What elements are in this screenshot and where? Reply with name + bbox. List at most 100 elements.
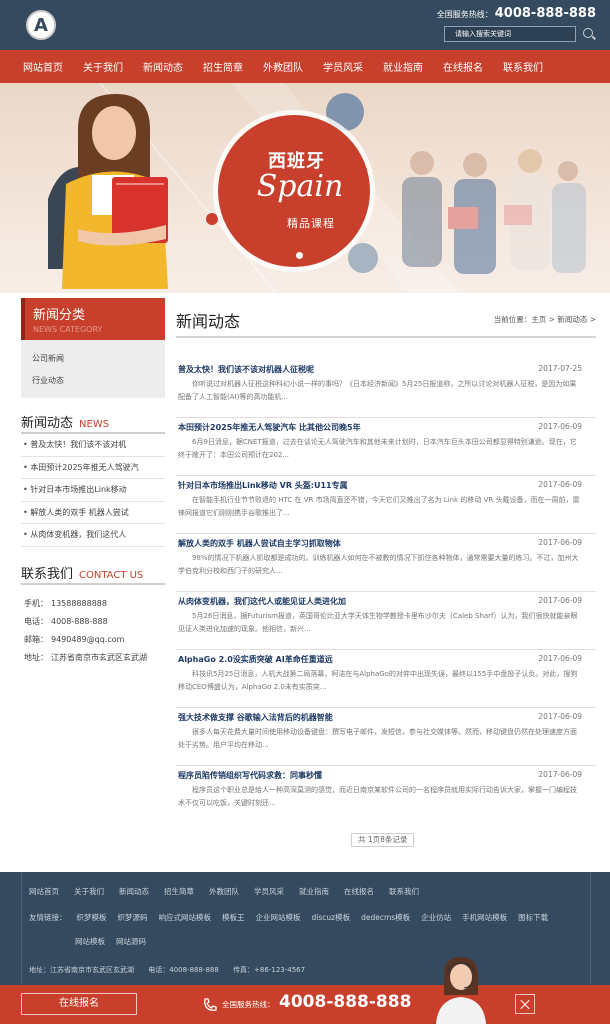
footer-nav-item[interactable]: 联系我们 — [389, 886, 419, 897]
logo-letter: A — [34, 14, 48, 36]
breadcrumb[interactable]: 当前位置：主页 > 新闻动态 > — [494, 314, 596, 325]
article-title[interactable]: 本田预计2025年推无人驾驶汽车 比其他公司晚5年 — [178, 422, 361, 433]
article-item: 普及太快！我们该不该对机器人征税呢 2017-07-25 你听说过对机器人征税这种… — [176, 360, 596, 418]
footer-nav-item[interactable]: 新闻动态 — [119, 886, 149, 897]
banner-script-text: Spain — [256, 169, 344, 204]
footer-nav-item[interactable]: 网站首页 — [29, 886, 59, 897]
support-agent-avatar — [436, 957, 486, 1024]
footer-nav-item[interactable]: 学员风采 — [254, 886, 284, 897]
contact-key: 地址： — [24, 652, 48, 662]
nav-item-contact[interactable]: 联系我们 — [503, 59, 543, 74]
friend-link[interactable]: 模板王 — [222, 911, 245, 935]
article-title[interactable]: 程序员陷传销组织写代码求救：同事秒懂 — [178, 770, 322, 781]
contact-value: 4008-888-888 — [51, 616, 108, 626]
phone-icon — [204, 998, 217, 1011]
sidebar-news-item[interactable]: • 本田预计2025年推无人驾驶汽 — [21, 457, 165, 480]
signup-button[interactable]: 在线报名 — [21, 993, 137, 1015]
article-item: 程序员陷传销组织写代码求救：同事秒懂 2017-06-09 程序员这个职业总是给人… — [176, 766, 596, 824]
nav-item-news[interactable]: 新闻动态 — [143, 59, 183, 74]
search-icon[interactable] — [582, 27, 596, 41]
nav-item-home[interactable]: 网站首页 — [23, 59, 63, 74]
friend-link[interactable]: 织梦源码 — [118, 911, 148, 935]
contact-value: 13588888888 — [51, 598, 107, 608]
nav-item-teachers[interactable]: 外教团队 — [263, 59, 303, 74]
sidebar-news-title-en: NEWS — [79, 419, 110, 430]
article-item: 本田预计2025年推无人驾驶汽车 比其他公司晚5年 2017-06-09 6月9日… — [176, 418, 596, 476]
sidebar-news-item[interactable]: • 普及太快！我们该不该对机 — [21, 434, 165, 457]
friend-link[interactable]: discuz模板 — [312, 911, 351, 935]
nav-item-about[interactable]: 关于我们 — [83, 59, 123, 74]
sidebar-news-title: 新闻动态 — [21, 416, 74, 431]
banner-slide-dot[interactable] — [296, 252, 303, 259]
friend-link[interactable]: 图标下载 — [518, 911, 548, 935]
footer-nav-item[interactable]: 关于我们 — [74, 886, 104, 897]
friend-link[interactable]: dedecms模板 — [361, 911, 410, 935]
banner-student-image — [48, 94, 168, 289]
footer-nav-item[interactable]: 在线报名 — [344, 886, 374, 897]
footer-nav-item[interactable]: 招生简章 — [164, 886, 194, 897]
category-item-company-news[interactable]: 公司新闻 — [32, 348, 165, 370]
article-summary: 98%的情况下机器人抓取都是成功的。训练机器人如何在不被教的情况下抓住各种物体，… — [178, 554, 579, 575]
page-title: 新闻动态 — [176, 312, 241, 331]
nav-item-admissions[interactable]: 招生简章 — [203, 59, 243, 74]
main-nav: 网站首页 关于我们 新闻动态 招生简章 外教团队 学员风采 就业指南 在线报名 … — [0, 50, 610, 83]
search-bar: 请输入搜索关键词 — [444, 26, 596, 42]
article-summary: 很多人每天花费大量时间使用移动设备键盘：撰写电子邮件，发短信，参与社交媒体等。然… — [178, 728, 577, 749]
hero-banner[interactable]: 西班牙 Spain 精品课程 — [0, 83, 610, 293]
close-icon[interactable] — [515, 994, 535, 1014]
footer-inner: 网站首页 关于我们 新闻动态 招生简章 外教团队 学员风采 就业指南 在线报名 … — [21, 872, 591, 985]
nav-item-career[interactable]: 就业指南 — [383, 59, 423, 74]
footer-contact: 地址：江苏省南京市玄武区玄武湖 电话：4008-888-888 传真：+86-1… — [29, 965, 317, 975]
footer-nav-item[interactable]: 就业指南 — [299, 886, 329, 897]
contact-header: 联系我们 CONTACT US — [21, 563, 165, 585]
article-title[interactable]: 解放人类的双手 机器人尝试自主学习抓取物体 — [178, 538, 341, 549]
friend-links: 友情链接： 织梦模板 织梦源码 响应式网站模板 模板王 企业网站模板 discu… — [22, 897, 582, 959]
site-logo[interactable]: A — [26, 10, 56, 40]
article-summary: 程序员这个职业总是给人一种高深莫测的感觉，而近日南京某软件公司的一名程序员就用实… — [178, 786, 577, 807]
sidebar-news-item[interactable]: • 解放人类的双手 机器人尝试 — [21, 502, 165, 525]
banner-students-image — [402, 149, 586, 274]
hotline-label: 全国服务热线： — [436, 10, 493, 19]
friend-link[interactable]: 企业仿站 — [421, 911, 451, 935]
article-summary: 6月9日消息，据CNET报道，过去在谈论无人驾驶汽车和其他未来计划时，日本汽车巨… — [178, 438, 577, 459]
contact-title-en: CONTACT US — [79, 569, 144, 581]
nav-item-students[interactable]: 学员风采 — [323, 59, 363, 74]
search-input[interactable]: 请输入搜索关键词 — [444, 26, 576, 42]
banner-decor-circle — [348, 243, 378, 273]
sidebar-news-item[interactable]: • 针对日本市场推出Link移动 — [21, 479, 165, 502]
sidebar-news-item-label: 从肉体变机器，我们这代人 — [30, 530, 127, 540]
friend-link[interactable]: 企业网站模板 — [256, 911, 301, 935]
floating-contact-bar: 在线报名 全国服务热线： 4008-888-888 — [0, 957, 610, 1024]
article-title[interactable]: AlphaGo 2.0没实质突破 AI革命任重道远 — [178, 654, 333, 665]
article-date: 2017-06-09 — [538, 422, 582, 431]
sidebar-news-item[interactable]: • 从肉体变机器，我们这代人 — [21, 524, 165, 547]
friend-link[interactable]: 网站模板 — [75, 935, 105, 959]
article-item: AlphaGo 2.0没实质突破 AI革命任重道远 2017-06-09 科技讯5… — [176, 650, 596, 708]
friend-link[interactable]: 响应式网站模板 — [159, 911, 212, 935]
contact-value: 9490489@qq.com — [51, 634, 125, 644]
category-subtitle: NEWS CATEGORY — [33, 325, 103, 334]
category-list: 公司新闻 行业动态 — [21, 340, 165, 398]
sidebar-news-item-label: 针对日本市场推出Link移动 — [30, 485, 127, 495]
article-title[interactable]: 普及太快！我们该不该对机器人征税呢 — [178, 364, 314, 375]
article-title[interactable]: 针对日本市场推出Link移动 VR 头盔:U11专属 — [178, 480, 348, 491]
friend-link[interactable]: 手机网站模板 — [462, 911, 507, 935]
article-title[interactable]: 强大技术做支撑 谷歌输入法背后的机器智能 — [178, 712, 333, 723]
site-footer: 网站首页 关于我们 新闻动态 招生简章 外教团队 学员风采 就业指南 在线报名 … — [0, 872, 610, 985]
contact-email: 邮箱： 9490489@qq.com — [21, 631, 165, 649]
article-title[interactable]: 从肉体变机器，我们这代人或能见证人类进化加 — [178, 596, 346, 607]
article-list: 普及太快！我们该不该对机器人征税呢 2017-07-25 你听说过对机器人征税这种… — [176, 360, 596, 824]
category-item-industry[interactable]: 行业动态 — [32, 370, 165, 392]
sidebar-news-list: • 普及太快！我们该不该对机 • 本田预计2025年推无人驾驶汽 • 针对日本市… — [21, 434, 165, 547]
contact-mobile: 手机： 13588888888 — [21, 595, 165, 613]
article-summary: 在智能手机行业节节败退的 HTC 在 VR 市场简直还不错，今天它们又推出了名为… — [178, 496, 580, 517]
nav-item-signup[interactable]: 在线报名 — [443, 59, 483, 74]
main-content: 新闻动态 当前位置：主页 > 新闻动态 > 普及太快！我们该不该对机器人征税呢 2… — [176, 298, 596, 847]
friend-link[interactable]: 织梦模板 — [77, 911, 107, 935]
friend-link[interactable]: 网站源码 — [116, 935, 146, 959]
sidebar-news-item-label: 解放人类的双手 机器人尝试 — [30, 507, 129, 517]
pagination: 共 1页8条记录 — [351, 833, 415, 847]
contact-address: 地址： 江苏省南京市玄武区玄武湖 — [21, 649, 165, 667]
article-date: 2017-07-25 — [538, 364, 582, 373]
footer-nav-item[interactable]: 外教团队 — [209, 886, 239, 897]
